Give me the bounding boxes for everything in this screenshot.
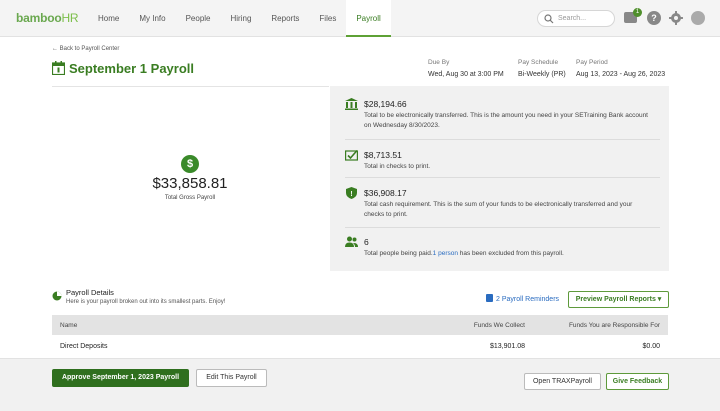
preview-payroll-reports-button[interactable]: Preview Payroll Reports ▾ <box>568 291 669 308</box>
page-title: September 1 Payroll <box>69 61 194 76</box>
payroll-totals-panel: $28,194.66 Total to be electronically tr… <box>330 86 669 271</box>
search-icon <box>544 14 554 24</box>
total-gross-amount: $33,858.81 <box>152 175 228 192</box>
search-input[interactable]: Search... <box>537 10 615 27</box>
payroll-details-title: Payroll Details <box>66 288 114 297</box>
payroll-details-subtitle: Here is your payroll broken out into its… <box>66 299 226 305</box>
pay-schedule-meta: Pay Schedule Bi-Weekly (PR) <box>518 59 566 78</box>
back-to-payroll-center-link[interactable]: ← Back to Payroll Center <box>52 46 119 52</box>
due-by-meta: Due By Wed, Aug 30 at 3:00 PM <box>428 59 504 78</box>
pay-period-meta: Pay Period Aug 13, 2023 - Aug 26, 2023 <box>576 59 665 78</box>
cash-requirement-amount: $36,908.17 <box>364 188 407 198</box>
checks-description: Total in checks to print. <box>364 163 431 170</box>
nav-files[interactable]: Files <box>309 0 346 37</box>
due-by-value: Wed, Aug 30 at 3:00 PM <box>428 71 504 78</box>
pie-chart-icon <box>52 291 62 301</box>
transfer-description: Total to be electronically transferred. … <box>364 112 648 129</box>
search-placeholder: Search... <box>558 15 587 22</box>
people-paid-text-end: has been excluded from this payroll. <box>457 250 564 257</box>
nav-home[interactable]: Home <box>88 0 129 37</box>
pay-schedule-value: Bi-Weekly (PR) <box>518 71 566 78</box>
check-print-icon <box>345 149 358 161</box>
user-avatar[interactable] <box>691 11 705 25</box>
divider <box>345 227 660 228</box>
table-row: Direct Deposits $13,901.08 $0.00 <box>52 336 668 356</box>
pay-period-value: Aug 13, 2023 - Aug 26, 2023 <box>576 71 666 78</box>
nav-reports[interactable]: Reports <box>261 0 309 37</box>
logo-text: bamboo <box>16 11 62 25</box>
reminders-label: 2 Payroll Reminders <box>496 296 560 303</box>
dollar-icon: $ <box>181 155 199 173</box>
column-name: Name <box>60 322 78 329</box>
row-funds-responsible: $0.00 <box>642 343 660 350</box>
svg-text:!: ! <box>350 191 352 198</box>
row-name: Direct Deposits <box>60 343 108 350</box>
document-icon <box>486 294 493 302</box>
details-table-header: Name Funds We Collect Funds You are Resp… <box>52 315 668 335</box>
nav-payroll[interactable]: Payroll <box>346 0 391 37</box>
column-funds-we-collect: Funds We Collect <box>473 322 525 329</box>
preview-button-label: Preview Payroll Reports <box>575 296 656 303</box>
payroll-reminders-link[interactable]: 2 Payroll Reminders <box>486 294 559 303</box>
people-icon <box>345 236 358 247</box>
people-paid-description: Total people being paid.1 person has bee… <box>364 249 654 259</box>
settings-gear-icon[interactable] <box>669 11 683 25</box>
back-link-label: Back to Payroll Center <box>59 46 120 52</box>
bamboohr-logo[interactable]: bambooHR <box>16 11 79 25</box>
people-paid-text: Total people being paid. <box>364 250 433 257</box>
cash-requirement-description: Total cash requirement. This is the sum … <box>364 201 633 218</box>
transfer-amount: $28,194.66 <box>364 99 407 109</box>
divider <box>345 177 660 178</box>
shield-dollar-icon: ! <box>346 187 357 199</box>
caret-down-icon: ▾ <box>657 296 662 303</box>
total-gross-label: Total Gross Payroll <box>164 195 216 201</box>
nav-my-info[interactable]: My Info <box>129 0 175 37</box>
main-nav: Home My Info People Hiring Reports Files… <box>88 0 391 37</box>
divider <box>345 139 660 140</box>
nav-hiring[interactable]: Hiring <box>221 0 262 37</box>
open-traxpayroll-button[interactable]: Open TRAXPayroll <box>524 373 601 390</box>
inbox-count-badge: 1 <box>633 8 642 17</box>
top-navigation-bar: bambooHR Home My Info People Hiring Repo… <box>0 0 720 37</box>
nav-people[interactable]: People <box>176 0 221 37</box>
row-funds-collect: $13,901.08 <box>489 343 525 350</box>
column-funds-responsible: Funds You are Responsible For <box>568 322 660 329</box>
calendar-icon <box>52 61 65 75</box>
pay-schedule-label: Pay Schedule <box>518 59 559 66</box>
logo-suffix: HR <box>61 11 79 25</box>
help-icon[interactable]: ? <box>647 11 661 25</box>
pay-period-label: Pay Period <box>576 59 608 66</box>
edit-payroll-button[interactable]: Edit This Payroll <box>196 369 267 387</box>
people-paid-count: 6 <box>364 237 369 247</box>
bank-icon <box>345 98 358 110</box>
checks-amount: $8,713.51 <box>364 150 402 160</box>
give-feedback-button[interactable]: Give Feedback <box>606 373 669 390</box>
approve-payroll-button[interactable]: Approve September 1, 2023 Payroll <box>52 369 189 387</box>
due-by-label: Due By <box>428 59 450 66</box>
excluded-person-link[interactable]: 1 person <box>433 250 458 257</box>
